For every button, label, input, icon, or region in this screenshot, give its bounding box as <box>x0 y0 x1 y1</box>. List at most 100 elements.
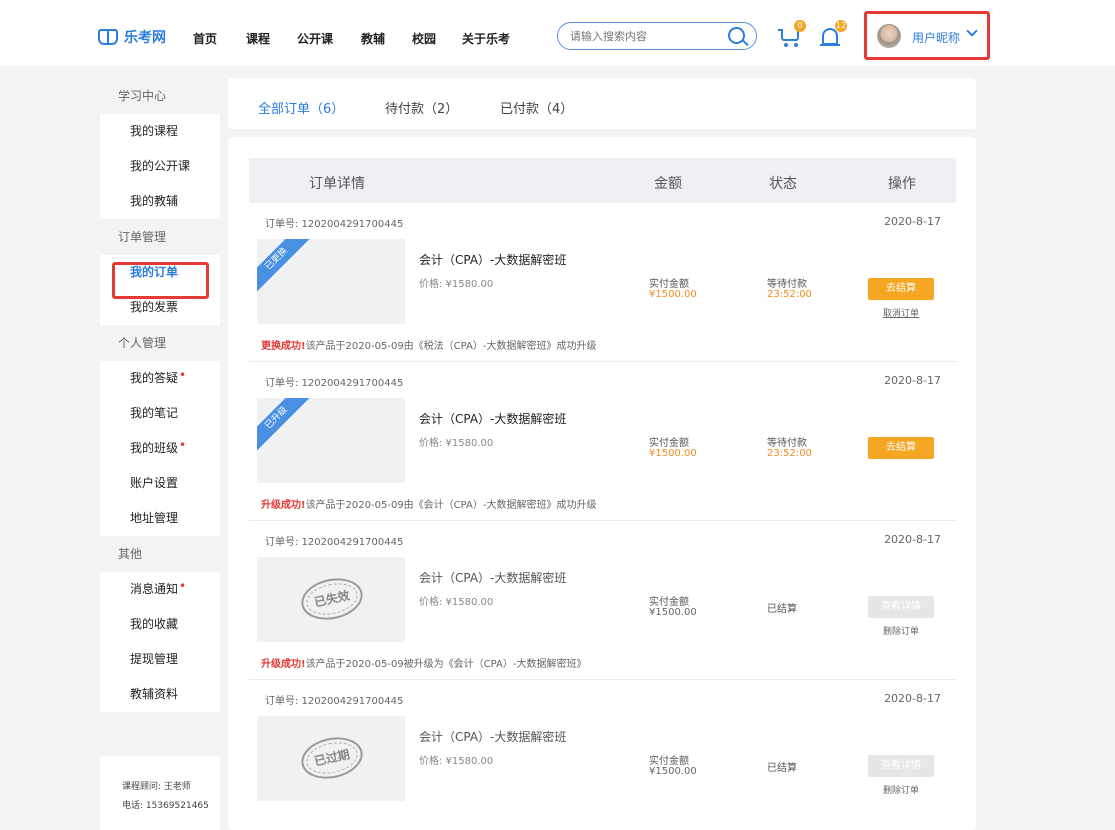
top-header: 乐考网 首页 课程 公开课 教辅 校园 关于乐考 0 12 用户昵称 <box>0 0 1115 66</box>
column-header-status: 状态 <box>769 176 797 192</box>
column-header-action: 操作 <box>888 176 916 192</box>
sidebar-group-title: 个人管理 <box>100 325 220 361</box>
note-text: 该产品于2020-05-09被升级为《会计（CPA）-大数据解密班》 <box>305 659 587 670</box>
notification-count-badge: 12 <box>835 20 847 32</box>
order-number: 订单号: 1202004291700445 <box>265 378 404 389</box>
view-details-button[interactable]: 查看详情 <box>868 596 934 618</box>
order-status: 已结算 <box>767 604 797 615</box>
sidebar-item-my-favorites[interactable]: 我的收藏 <box>100 607 220 642</box>
order-tabs: 全部订单（6） 待付款（2） 已付款（4） <box>228 78 976 129</box>
cart-wheel <box>784 43 788 47</box>
sidebar-group-other: 其他 消息通知 • 我的收藏 提现管理 教辅资料 <box>100 536 220 712</box>
nav-tutoring[interactable]: 教辅 <box>361 30 385 47</box>
tab-paid[interactable]: 已付款（4） <box>500 98 573 117</box>
paid-amount-label: 实付金额 <box>649 438 689 449</box>
course-price: 价格: ¥1580.00 <box>419 597 494 608</box>
expired-stamp: 已过期 <box>297 731 367 785</box>
course-thumbnail[interactable]: 已更换 <box>257 239 405 324</box>
site-logo[interactable]: 乐考网 <box>98 27 166 47</box>
chevron-down-icon <box>966 25 978 37</box>
paid-amount-value: ¥1500.00 <box>649 289 697 300</box>
cart-basket <box>781 31 799 41</box>
delete-order-link[interactable]: 删除订单 <box>868 624 934 637</box>
sidebar-group-title: 其他 <box>100 536 220 572</box>
sidebar-group-title: 学习中心 <box>100 78 220 114</box>
user-menu[interactable]: 用户昵称 <box>864 11 990 60</box>
checkout-button[interactable]: 去结算 <box>868 437 934 459</box>
order-date: 2020-8-17 <box>884 533 941 546</box>
order-ribbon: 已升级 <box>257 398 317 459</box>
order-note: 更换成功!该产品于2020-05-09由《税法（CPA）-大数据解密班》成功升级 <box>261 337 597 352</box>
order-date: 2020-8-17 <box>884 374 941 387</box>
course-price: 价格: ¥1580.00 <box>419 279 494 290</box>
contact-info: 课程顾问: 王老师 电话: 15369521465 <box>100 756 220 830</box>
sidebar-item-my-courses[interactable]: 我的课程 <box>100 114 220 149</box>
paid-amount-value: ¥1500.00 <box>649 766 697 777</box>
order-row: 订单号: 1202004291700445 2020-8-17 已过期 会计（C… <box>249 680 956 830</box>
sidebar-item-my-notes[interactable]: 我的笔记 <box>100 396 220 431</box>
sidebar-item-account-settings[interactable]: 账户设置 <box>100 466 220 501</box>
paid-amount-value: ¥1500.00 <box>649 448 697 459</box>
nav-open-courses[interactable]: 公开课 <box>297 30 333 47</box>
nav-campus[interactable]: 校园 <box>412 30 436 47</box>
table-header: 订单详情 金额 状态 操作 <box>249 158 956 203</box>
username: 用户昵称 <box>912 31 961 45</box>
sidebar-item-my-classes[interactable]: 我的班级 • <box>100 431 220 466</box>
column-header-amount: 金额 <box>654 176 682 192</box>
delete-order-link[interactable]: 删除订单 <box>868 783 934 796</box>
sidebar-item-withdrawals[interactable]: 提现管理 <box>100 642 220 677</box>
order-row: 订单号: 1202004291700445 2020-8-17 已失效 会计（C… <box>249 521 956 680</box>
tab-pending-payment[interactable]: 待付款（2） <box>385 98 458 117</box>
nav-courses[interactable]: 课程 <box>246 30 270 47</box>
checkout-button[interactable]: 去结算 <box>868 278 934 300</box>
sidebar-item-address-management[interactable]: 地址管理 <box>100 501 220 536</box>
tab-all-orders[interactable]: 全部订单（6） <box>258 98 344 117</box>
order-date: 2020-8-17 <box>884 215 941 228</box>
course-title[interactable]: 会计（CPA）-大数据解密班 <box>419 251 566 268</box>
order-note: 升级成功!该产品于2020-05-09被升级为《会计（CPA）-大数据解密班》 <box>261 655 587 670</box>
note-status: 升级成功! <box>261 500 306 511</box>
note-status: 升级成功! <box>261 659 306 670</box>
paid-amount-value: ¥1500.00 <box>649 607 697 618</box>
search-box <box>557 22 757 50</box>
sidebar-item-notifications[interactable]: 消息通知 • <box>100 572 220 607</box>
course-title[interactable]: 会计（CPA）-大数据解密班 <box>419 728 566 745</box>
order-number: 订单号: 1202004291700445 <box>265 696 404 707</box>
course-title[interactable]: 会计（CPA）-大数据解密班 <box>419 569 566 586</box>
course-price: 价格: ¥1580.00 <box>419 756 494 767</box>
cancel-order-link[interactable]: 取消订单 <box>868 306 934 319</box>
sidebar-group-title: 订单管理 <box>100 219 220 255</box>
sidebar-item-tutoring-materials[interactable]: 教辅资料 <box>100 677 220 712</box>
course-thumbnail[interactable]: 已升级 <box>257 398 405 483</box>
order-status: 等待付款 <box>767 279 807 290</box>
phone-text: 电话: 15369521465 <box>122 801 209 811</box>
course-thumbnail[interactable]: 已过期 <box>257 716 405 801</box>
paid-amount-label: 实付金额 <box>649 597 689 608</box>
view-details-button[interactable]: 查看详情 <box>868 755 934 777</box>
note-text: 该产品于2020-05-09由《税法（CPA）-大数据解密班》成功升级 <box>305 341 597 352</box>
unread-dot: • <box>179 368 187 382</box>
column-header-detail: 订单详情 <box>309 176 365 192</box>
orders-panel: 订单详情 金额 状态 操作 订单号: 1202004291700445 2020… <box>228 137 976 830</box>
course-price: 价格: ¥1580.00 <box>419 438 494 449</box>
note-text: 该产品于2020-05-09由《会计（CPA）-大数据解密班》成功升级 <box>305 500 597 511</box>
search-input[interactable] <box>570 28 720 45</box>
course-thumbnail[interactable]: 已失效 <box>257 557 405 642</box>
order-row: 订单号: 1202004291700445 2020-8-17 已更换 会计（C… <box>249 203 956 362</box>
avatar <box>877 24 901 48</box>
nav-about[interactable]: 关于乐考 <box>462 30 510 47</box>
paid-amount-label: 实付金额 <box>649 756 689 767</box>
sidebar-item-label: 消息通知 <box>130 582 179 596</box>
sidebar-item-my-questions[interactable]: 我的答疑 • <box>100 361 220 396</box>
order-row: 订单号: 1202004291700445 2020-8-17 已升级 会计（C… <box>249 362 956 521</box>
sidebar-item-my-open-courses[interactable]: 我的公开课 <box>100 149 220 184</box>
course-title[interactable]: 会计（CPA）-大数据解密班 <box>419 410 566 427</box>
bell-body <box>822 28 838 45</box>
sidebar-group-personal: 个人管理 我的答疑 • 我的笔记 我的班级 • 账户设置 地址管理 <box>100 325 220 536</box>
bell-base <box>820 44 840 46</box>
search-icon[interactable] <box>728 27 745 44</box>
order-ribbon: 已更换 <box>257 239 317 300</box>
order-number: 订单号: 1202004291700445 <box>265 537 404 548</box>
nav-home[interactable]: 首页 <box>193 30 217 47</box>
sidebar-item-my-tutoring[interactable]: 我的教辅 <box>100 184 220 219</box>
